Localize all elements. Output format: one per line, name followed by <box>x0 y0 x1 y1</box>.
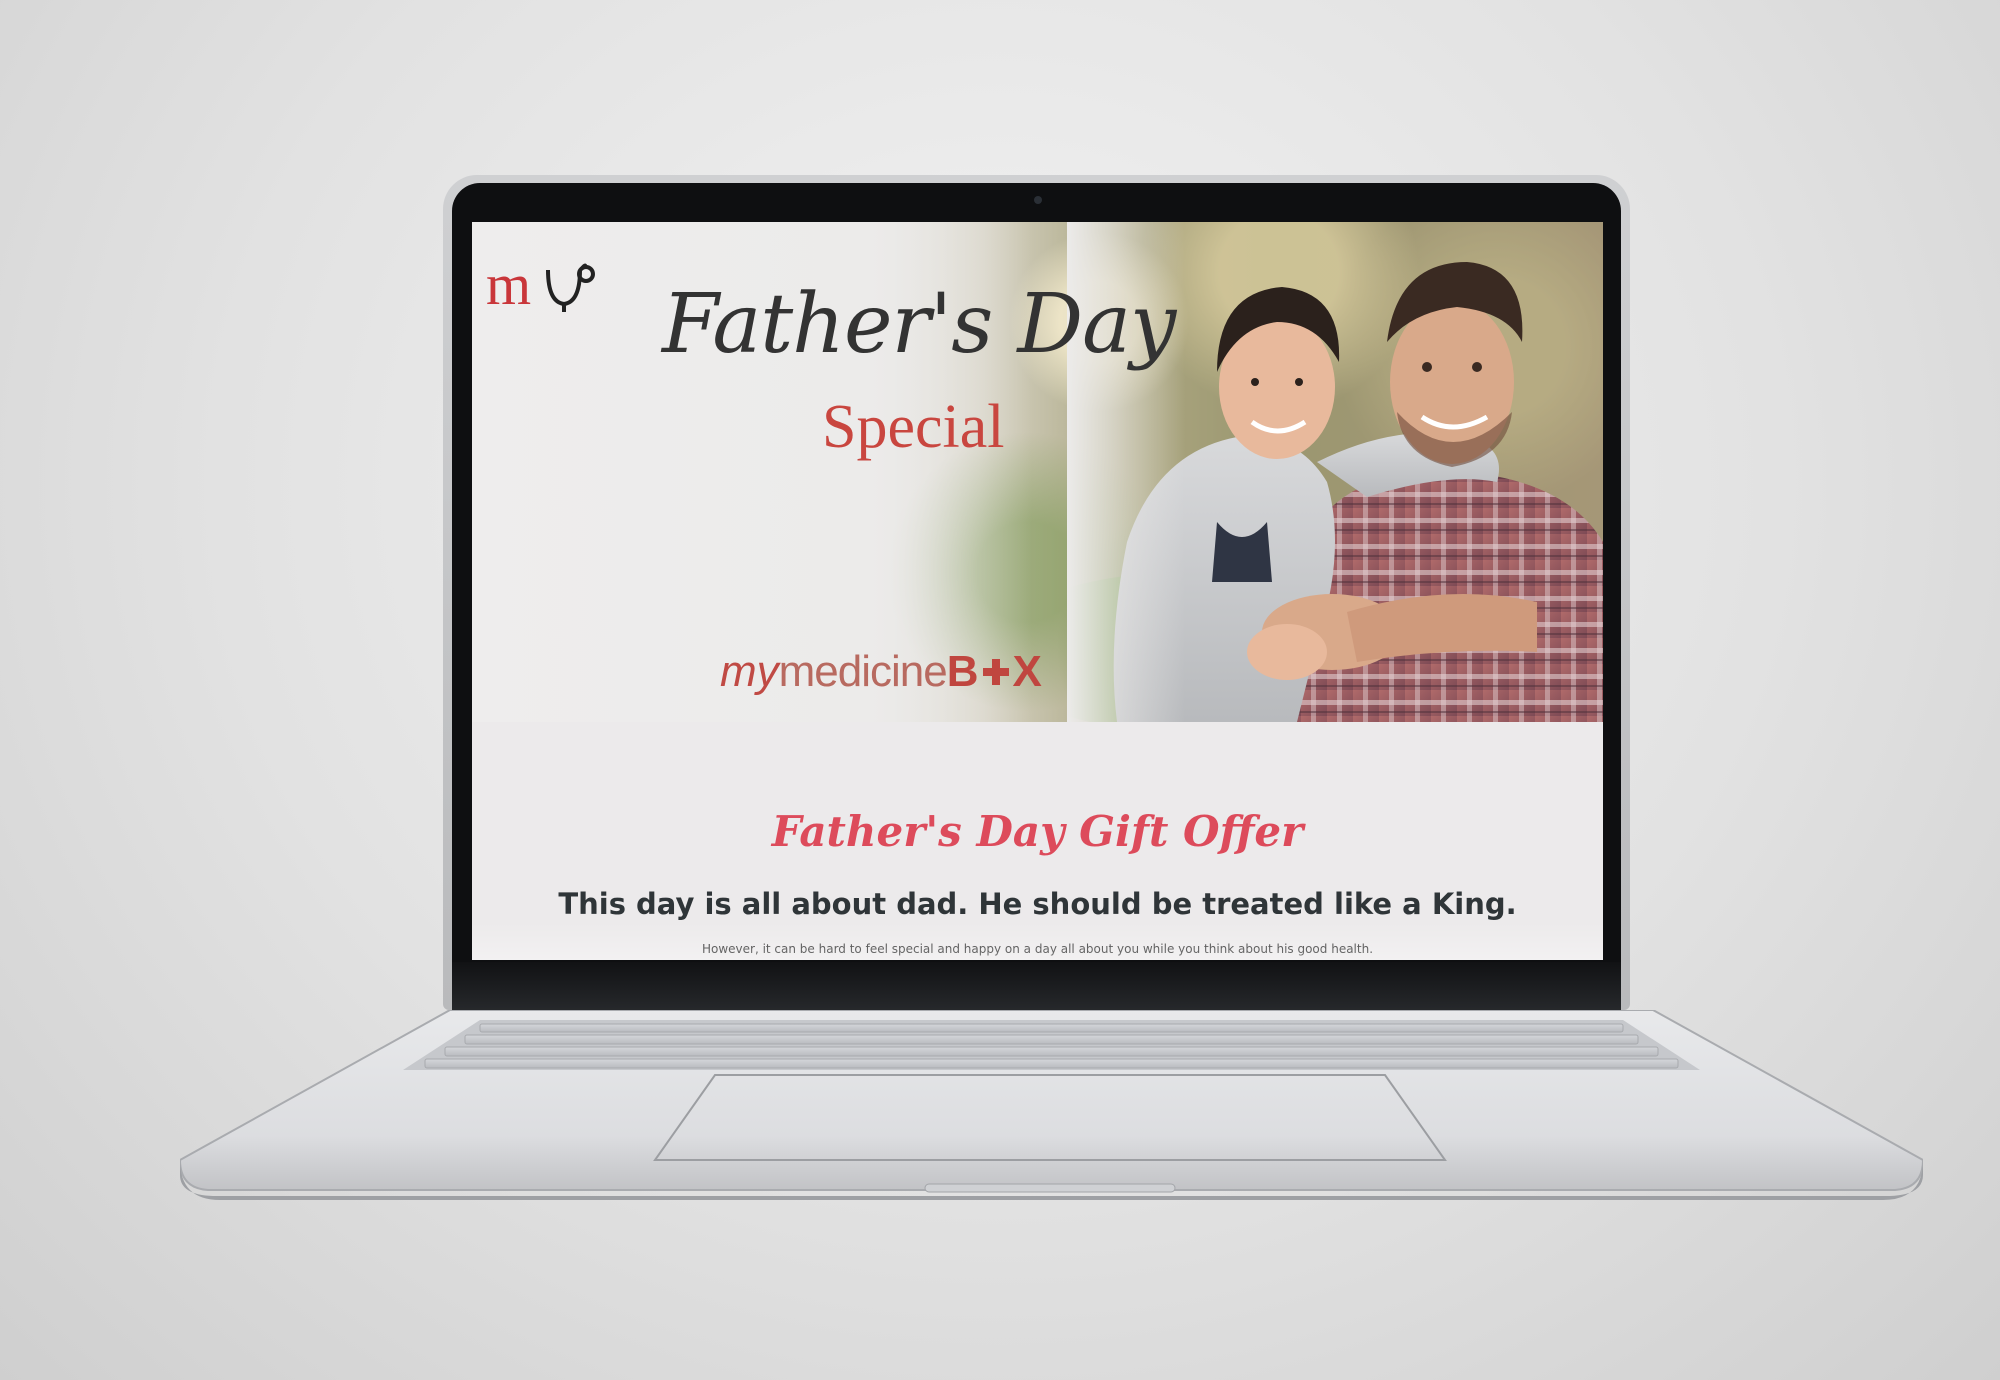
webcam-icon <box>1034 196 1042 204</box>
offer-title: Father's Day Gift Offer <box>771 807 1304 856</box>
svg-text:m: m <box>486 252 531 312</box>
brand-box-b: B <box>946 647 979 696</box>
brand-box-x: X <box>1012 647 1042 696</box>
plus-cross-icon <box>981 657 1011 687</box>
brand-logo[interactable]: my medicine B X <box>720 642 1042 702</box>
brand-my: my <box>720 647 779 696</box>
laptop-screen: m Father's Day Special my medicine B X F… <box>472 222 1603 960</box>
brand-medicine: medicine <box>778 647 948 696</box>
hero-subtitle: Special <box>822 393 1005 461</box>
stethoscope-logo-icon[interactable]: m <box>486 252 596 312</box>
laptop-base <box>180 1010 1923 1200</box>
hero-banner[interactable]: m Father's Day Special my medicine B X <box>472 222 1603 722</box>
offer-headline: This day is all about dad. He should be … <box>558 887 1517 921</box>
laptop-chin <box>452 962 1621 1010</box>
offer-body: However, it can be hard to feel special … <box>701 942 1374 956</box>
hero-title: Father's Day <box>662 277 1176 372</box>
